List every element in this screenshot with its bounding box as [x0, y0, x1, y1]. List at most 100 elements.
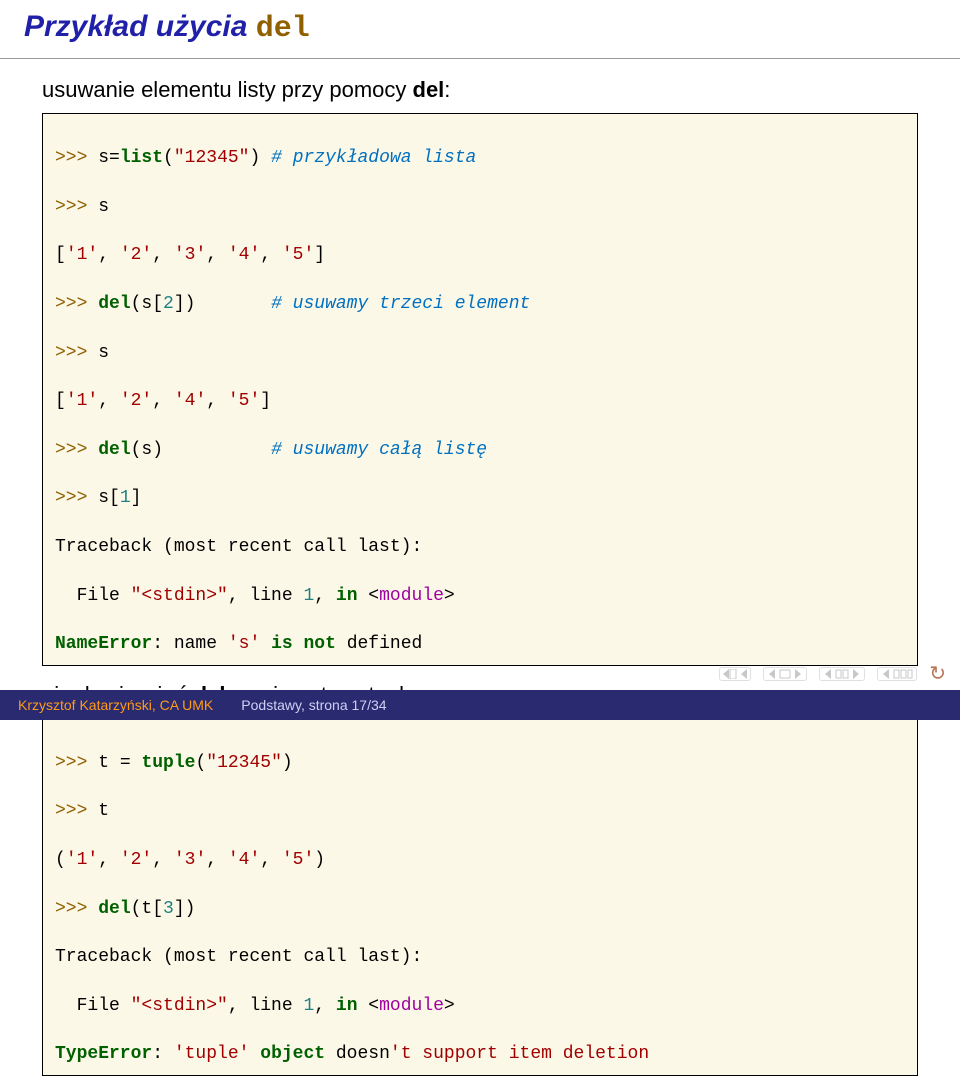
c2l6d: 1 [303, 996, 314, 1016]
c1l5-prompt: >>> [55, 343, 98, 363]
c1l10d: 1 [303, 586, 314, 606]
c1l2-prompt: >>> [55, 197, 98, 217]
c2l6g: < [358, 996, 380, 1016]
c1l2-code: s [98, 197, 109, 217]
c1l9-text: Traceback (most recent call last): [55, 537, 422, 557]
c1l10c: , line [228, 586, 304, 606]
c2l3c: '3' [174, 850, 206, 870]
c2l2-prompt: >>> [55, 801, 98, 821]
c2l3e: '5' [282, 850, 314, 870]
c2l3b: '2' [120, 850, 152, 870]
nav-prev-icon[interactable] [763, 667, 807, 681]
code2-line2: >>> t [55, 799, 905, 823]
c2l6c: , line [228, 996, 304, 1016]
code1-line6: ['1', '2', '4', '5'] [55, 389, 905, 413]
c1l6-cb: ] [260, 391, 271, 411]
c1l7-cm: # usuwamy całą listę [271, 440, 487, 460]
nav-first-icon[interactable] [719, 667, 751, 681]
footer-lecture: Podstawy, strona 17/34 [241, 697, 386, 713]
c2l7g: 't support item deletion [390, 1044, 649, 1064]
c2l5-text: Traceback (most recent call last): [55, 947, 422, 967]
c2l3a: '1' [66, 850, 98, 870]
c2l3s1: , [98, 850, 120, 870]
code1-line2: >>> s [55, 195, 905, 219]
title-code: del [256, 12, 310, 46]
c1l11g: not [303, 634, 335, 654]
c2l1-fn: tuple [141, 753, 195, 773]
footer-author: Krzysztof Katarzyński, CA UMK [18, 697, 213, 713]
c1l10g: < [358, 586, 380, 606]
c1l4-code: (s[ [131, 294, 163, 314]
c1l3a: '1' [66, 245, 98, 265]
c1l10f: in [336, 586, 358, 606]
code-block-2: >>> t = tuple("12345") >>> t ('1', '2', … [42, 718, 918, 1076]
c2l1-close: ) [282, 753, 293, 773]
c2l2-code: t [98, 801, 109, 821]
code2-line6: File "<stdin>", line 1, in <module> [55, 994, 905, 1018]
code2-line3: ('1', '2', '3', '4', '5') [55, 848, 905, 872]
c1l3c: '3' [174, 245, 206, 265]
code1-line4: >>> del(s[2]) # usuwamy trzeci element [55, 292, 905, 316]
c1l11b: : name [152, 634, 228, 654]
code1-line1: >>> s=list("12345") # przykładowa lista [55, 146, 905, 170]
c1l3s2: , [152, 245, 174, 265]
c2l7e: object [260, 1044, 325, 1064]
lead1-keyword: del [413, 77, 445, 102]
c1l11c: 's' [228, 634, 260, 654]
c1l3s1: , [98, 245, 120, 265]
c1l7-fn: del [98, 440, 130, 460]
c2l6e: , [314, 996, 336, 1016]
c1l6c: '4' [174, 391, 206, 411]
c2l6a: File [55, 996, 131, 1016]
c1l11d [260, 634, 271, 654]
c1l3s4: , [260, 245, 282, 265]
c1l3-ob: [ [55, 245, 66, 265]
nav-next-icon[interactable] [819, 667, 865, 681]
c1l1-cm: # przykładowa lista [271, 148, 476, 168]
c2l7c: 'tuple' [174, 1044, 250, 1064]
c2l7b: : [152, 1044, 174, 1064]
c2l3-ob: ( [55, 850, 66, 870]
c1l8-close: ] [131, 488, 142, 508]
code2-line5: Traceback (most recent call last): [55, 945, 905, 969]
footer-bar: Krzysztof Katarzyński, CA UMK Podstawy, … [0, 690, 960, 720]
code2-line7: TypeError: 'tuple' object doesn't suppor… [55, 1042, 905, 1066]
c1l10e: , [314, 586, 336, 606]
c1l6-ob: [ [55, 391, 66, 411]
c2l7d [249, 1044, 260, 1064]
c1l4-close: ]) [174, 294, 271, 314]
c2l6i: > [444, 996, 455, 1016]
c1l1-code: s= [98, 148, 120, 168]
c2l6b: "<stdin>" [131, 996, 228, 1016]
c1l8-num: 1 [120, 488, 131, 508]
c2l4-fn: del [98, 899, 130, 919]
code1-line9: Traceback (most recent call last): [55, 535, 905, 559]
lead-text-1: usuwanie elementu listy przy pomocy del: [42, 77, 918, 103]
code-block-1: >>> s=list("12345") # przykładowa lista … [42, 113, 918, 666]
c1l6d: '5' [228, 391, 260, 411]
c1l11a: NameError [55, 634, 152, 654]
c2l4-num: 3 [163, 899, 174, 919]
slide: Przykład użycia del usuwanie elementu li… [0, 0, 960, 720]
c2l1-code: t = [98, 753, 141, 773]
c1l4-cm: # usuwamy trzeci element [271, 294, 530, 314]
code2-line4: >>> del(t[3]) [55, 897, 905, 921]
c1l3s3: , [206, 245, 228, 265]
c2l3s3: , [206, 850, 228, 870]
c1l6s1: , [98, 391, 120, 411]
c1l4-fn: del [98, 294, 130, 314]
c1l6s3: , [206, 391, 228, 411]
c2l3s4: , [260, 850, 282, 870]
c1l1-fn: list [120, 148, 163, 168]
c1l6a: '1' [66, 391, 98, 411]
c1l10i: > [444, 586, 455, 606]
code1-line8: >>> s[1] [55, 486, 905, 510]
nav-last-icon[interactable] [877, 667, 917, 681]
c1l10b: "<stdin>" [131, 586, 228, 606]
c1l6s2: , [152, 391, 174, 411]
reload-icon[interactable]: ↻ [929, 661, 946, 686]
c2l4-close: ]) [174, 899, 196, 919]
c1l3d: '4' [228, 245, 260, 265]
lead1-before: usuwanie elementu listy przy pomocy [42, 77, 413, 102]
c2l6h: module [379, 996, 444, 1016]
